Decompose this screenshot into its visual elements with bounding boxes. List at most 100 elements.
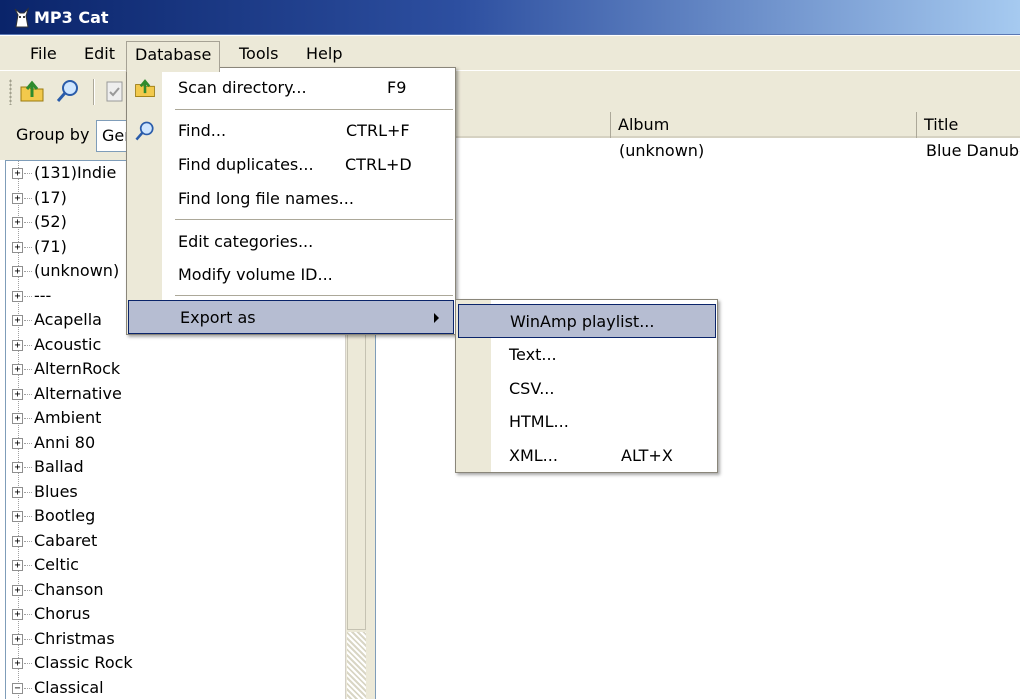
menu-item-xml[interactable]: XML... ALT+X (456, 439, 717, 473)
menu-item-find-long-file-names[interactable]: Find long file names... (127, 182, 455, 216)
expand-icon[interactable]: + (12, 315, 23, 326)
expand-icon[interactable]: + (12, 217, 23, 228)
expand-icon[interactable]: + (12, 633, 23, 645)
folder-up-icon (135, 79, 155, 97)
menu-tools[interactable]: Tools (231, 43, 286, 67)
menu-help[interactable]: Help (298, 43, 350, 67)
tree-item-label: Ambient (34, 408, 102, 427)
menu-item-scan-directory[interactable]: Scan directory... F9 (127, 71, 455, 105)
menu-separator (175, 219, 453, 220)
column-header-album[interactable]: Album (610, 112, 916, 138)
tree-branch-line (24, 344, 32, 346)
menu-item-edit-categories[interactable]: Edit categories... (127, 225, 455, 259)
tree-item-label: Alternative (34, 383, 122, 403)
menu-item-label: Text... (509, 345, 557, 364)
menu-item-label: Modify volume ID... (178, 265, 333, 284)
tree-branch-line (24, 246, 32, 248)
tree-item[interactable]: + Acoustic (10, 334, 340, 358)
tree-item[interactable]: + Blues (10, 481, 340, 505)
tree-branch-line (24, 491, 32, 493)
tree-branch-line (24, 467, 32, 468)
expand-icon[interactable]: + (12, 290, 23, 302)
tree-item[interactable]: + Alternative (10, 383, 340, 407)
expand-icon[interactable]: + (12, 266, 23, 277)
column-header-title[interactable]: Title (916, 112, 1020, 138)
scan-folder-icon[interactable] (18, 77, 46, 105)
cat-icon (14, 7, 30, 28)
tree-item[interactable]: + AlternRock (10, 358, 340, 382)
tree-item[interactable]: + Bootleg (10, 505, 340, 529)
tree-item-label: (52) (34, 212, 67, 231)
tree-item[interactable]: + Christmas (10, 628, 340, 652)
expand-icon[interactable]: + (12, 486, 23, 498)
tree-branch-line (24, 638, 32, 640)
scrollbar-track[interactable] (347, 632, 366, 699)
menu-item-label: Find long file names... (178, 189, 354, 208)
tree-item[interactable]: + Celtic (10, 554, 340, 578)
expand-icon[interactable]: + (12, 560, 23, 571)
menu-item-winamp-playlist[interactable]: WinAmp playlist... (458, 304, 716, 338)
tree-item[interactable]: + Chanson (10, 579, 340, 603)
tree-item-label: Chorus (34, 604, 91, 623)
collapse-icon[interactable]: − (12, 682, 23, 694)
tree-item[interactable]: + Anni 80 (10, 432, 340, 456)
tree-branch-line (24, 565, 32, 566)
tree-item[interactable]: + Ballad (10, 456, 340, 480)
menu-item-label: WinAmp playlist... (510, 312, 655, 331)
tree-item[interactable]: + Ambient (10, 407, 340, 431)
tree-item-label: AlternRock (34, 359, 121, 378)
tree-item-label: (unknown) (34, 261, 120, 280)
tree-branch-line (24, 516, 32, 517)
tree-item[interactable]: + Cabaret (10, 530, 340, 554)
tree-item-label: Cabaret (34, 530, 98, 550)
find-magnifier-icon[interactable] (54, 77, 82, 105)
tree-branch-line (24, 197, 32, 199)
expand-icon[interactable]: + (12, 609, 23, 620)
menu-item-export-as[interactable]: Export as (128, 300, 454, 334)
expand-icon[interactable]: + (12, 413, 23, 424)
cell-album: (unknown) (619, 141, 705, 160)
menu-item-label: Scan directory... (178, 78, 307, 97)
tree-branch-line (24, 418, 32, 419)
menu-item-csv[interactable]: CSV... (456, 372, 717, 406)
expand-icon[interactable]: + (12, 388, 23, 400)
toolbar-grip[interactable] (9, 79, 12, 105)
expand-icon[interactable]: + (12, 584, 23, 596)
tree-branch-line (24, 614, 32, 615)
tree-branch-line (24, 222, 32, 223)
expand-icon[interactable]: + (12, 168, 23, 179)
tree-item-label: Christmas (34, 628, 115, 648)
menu-item-find[interactable]: Find... CTRL+F (127, 114, 455, 148)
menu-item-html[interactable]: HTML... (456, 405, 717, 439)
expand-icon[interactable]: + (12, 511, 23, 522)
expand-icon[interactable]: + (12, 437, 23, 449)
expand-icon[interactable]: + (12, 462, 23, 473)
export-submenu: WinAmp playlist... Text... CSV... HTML..… (455, 299, 718, 473)
menu-edit[interactable]: Edit (76, 43, 123, 67)
tree-branch-line (24, 663, 32, 664)
expand-icon[interactable]: + (12, 339, 23, 351)
tree-item[interactable]: + Chorus (10, 603, 340, 627)
expand-icon[interactable]: + (12, 241, 23, 253)
menu-item-modify-volume-id[interactable]: Modify volume ID... (127, 258, 455, 292)
tree-item-label: (71) (34, 236, 67, 256)
menu-item-text[interactable]: Text... (456, 338, 717, 372)
menu-file[interactable]: File (22, 43, 65, 67)
cell-title: Blue Danube (926, 141, 1020, 160)
tree-item[interactable]: + Classic Rock (10, 652, 340, 676)
expand-icon[interactable]: + (12, 192, 23, 204)
expand-icon[interactable]: + (12, 364, 23, 375)
tree-item-label: Celtic (34, 555, 79, 574)
tree-branch-line (24, 442, 32, 444)
database-menu: Scan directory... F9 Find... CTRL+F Find… (126, 67, 456, 335)
group-by-label: Group by (16, 125, 90, 144)
menu-item-find-duplicates[interactable]: Find duplicates... CTRL+D (127, 148, 455, 182)
tree-item-label: Classic Rock (34, 653, 133, 672)
expand-icon[interactable]: + (12, 535, 23, 547)
document-check-icon[interactable] (101, 77, 129, 105)
tree-item[interactable]: − Classical (10, 677, 340, 699)
menu-shortcut: CTRL+F (346, 121, 410, 140)
menu-database[interactable]: Database (126, 41, 221, 72)
expand-icon[interactable]: + (12, 658, 23, 669)
tree-item-label: Chanson (34, 579, 104, 599)
